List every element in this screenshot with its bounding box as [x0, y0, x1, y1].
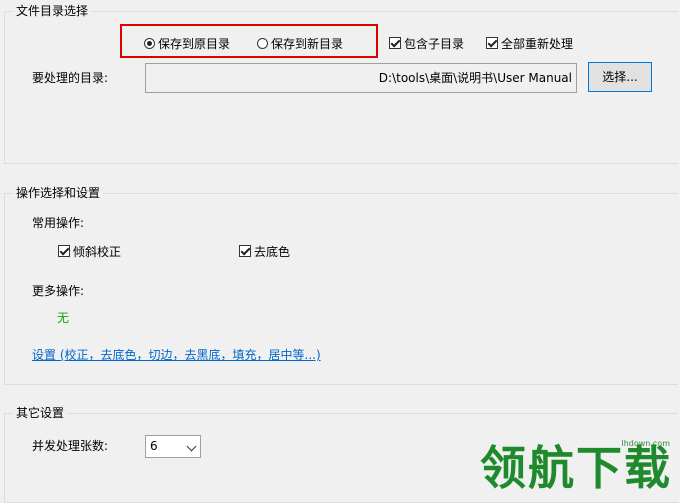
other-group-title: 其它设置 — [13, 406, 68, 420]
browse-button[interactable]: 选择... — [588, 62, 652, 92]
reprocess-all-label: 全部重新处理 — [501, 37, 574, 51]
dir-label: 要处理的目录: — [32, 71, 109, 85]
checkbox-checked-icon — [389, 37, 401, 49]
remove-bg-label: 去底色 — [254, 245, 291, 259]
radio-unchecked-icon — [257, 38, 268, 49]
checkbox-checked-icon — [486, 37, 498, 49]
include-subdirs-label: 包含子目录 — [404, 37, 465, 51]
settings-link[interactable]: 设置 (校正，去底色，切边，去黑底，填充，居中等...) — [32, 347, 321, 363]
save-new-label: 保存到新目录 — [271, 37, 344, 51]
deskew-checkbox[interactable]: 倾斜校正 — [58, 244, 121, 260]
save-original-radio[interactable]: 保存到原目录 — [144, 36, 230, 52]
radio-checked-icon — [144, 38, 155, 49]
common-ops-label: 常用操作: — [32, 216, 85, 230]
checkbox-checked-icon — [58, 245, 70, 257]
reprocess-all-checkbox[interactable]: 全部重新处理 — [486, 36, 573, 52]
chevron-down-icon — [186, 441, 197, 452]
concurrency-value: 6 — [150, 439, 158, 453]
include-subdirs-checkbox[interactable]: 包含子目录 — [389, 36, 464, 52]
deskew-label: 倾斜校正 — [73, 245, 122, 259]
dir-path-field[interactable]: D:\tools\桌面\说明书\User Manual — [145, 63, 577, 93]
checkbox-checked-icon — [239, 245, 251, 257]
ops-group-title: 操作选择和设置 — [13, 186, 104, 200]
concurrency-select[interactable]: 6 — [145, 435, 201, 458]
more-ops-value: 无 — [57, 311, 70, 325]
watermark-logo: 领航下载 — [480, 441, 672, 495]
more-ops-label: 更多操作: — [32, 284, 85, 298]
save-original-label: 保存到原目录 — [158, 37, 231, 51]
concurrency-label: 并发处理张数: — [32, 439, 109, 453]
remove-bg-checkbox[interactable]: 去底色 — [239, 244, 290, 260]
dir-select-group-title: 文件目录选择 — [13, 4, 92, 18]
save-new-radio[interactable]: 保存到新目录 — [257, 36, 343, 52]
